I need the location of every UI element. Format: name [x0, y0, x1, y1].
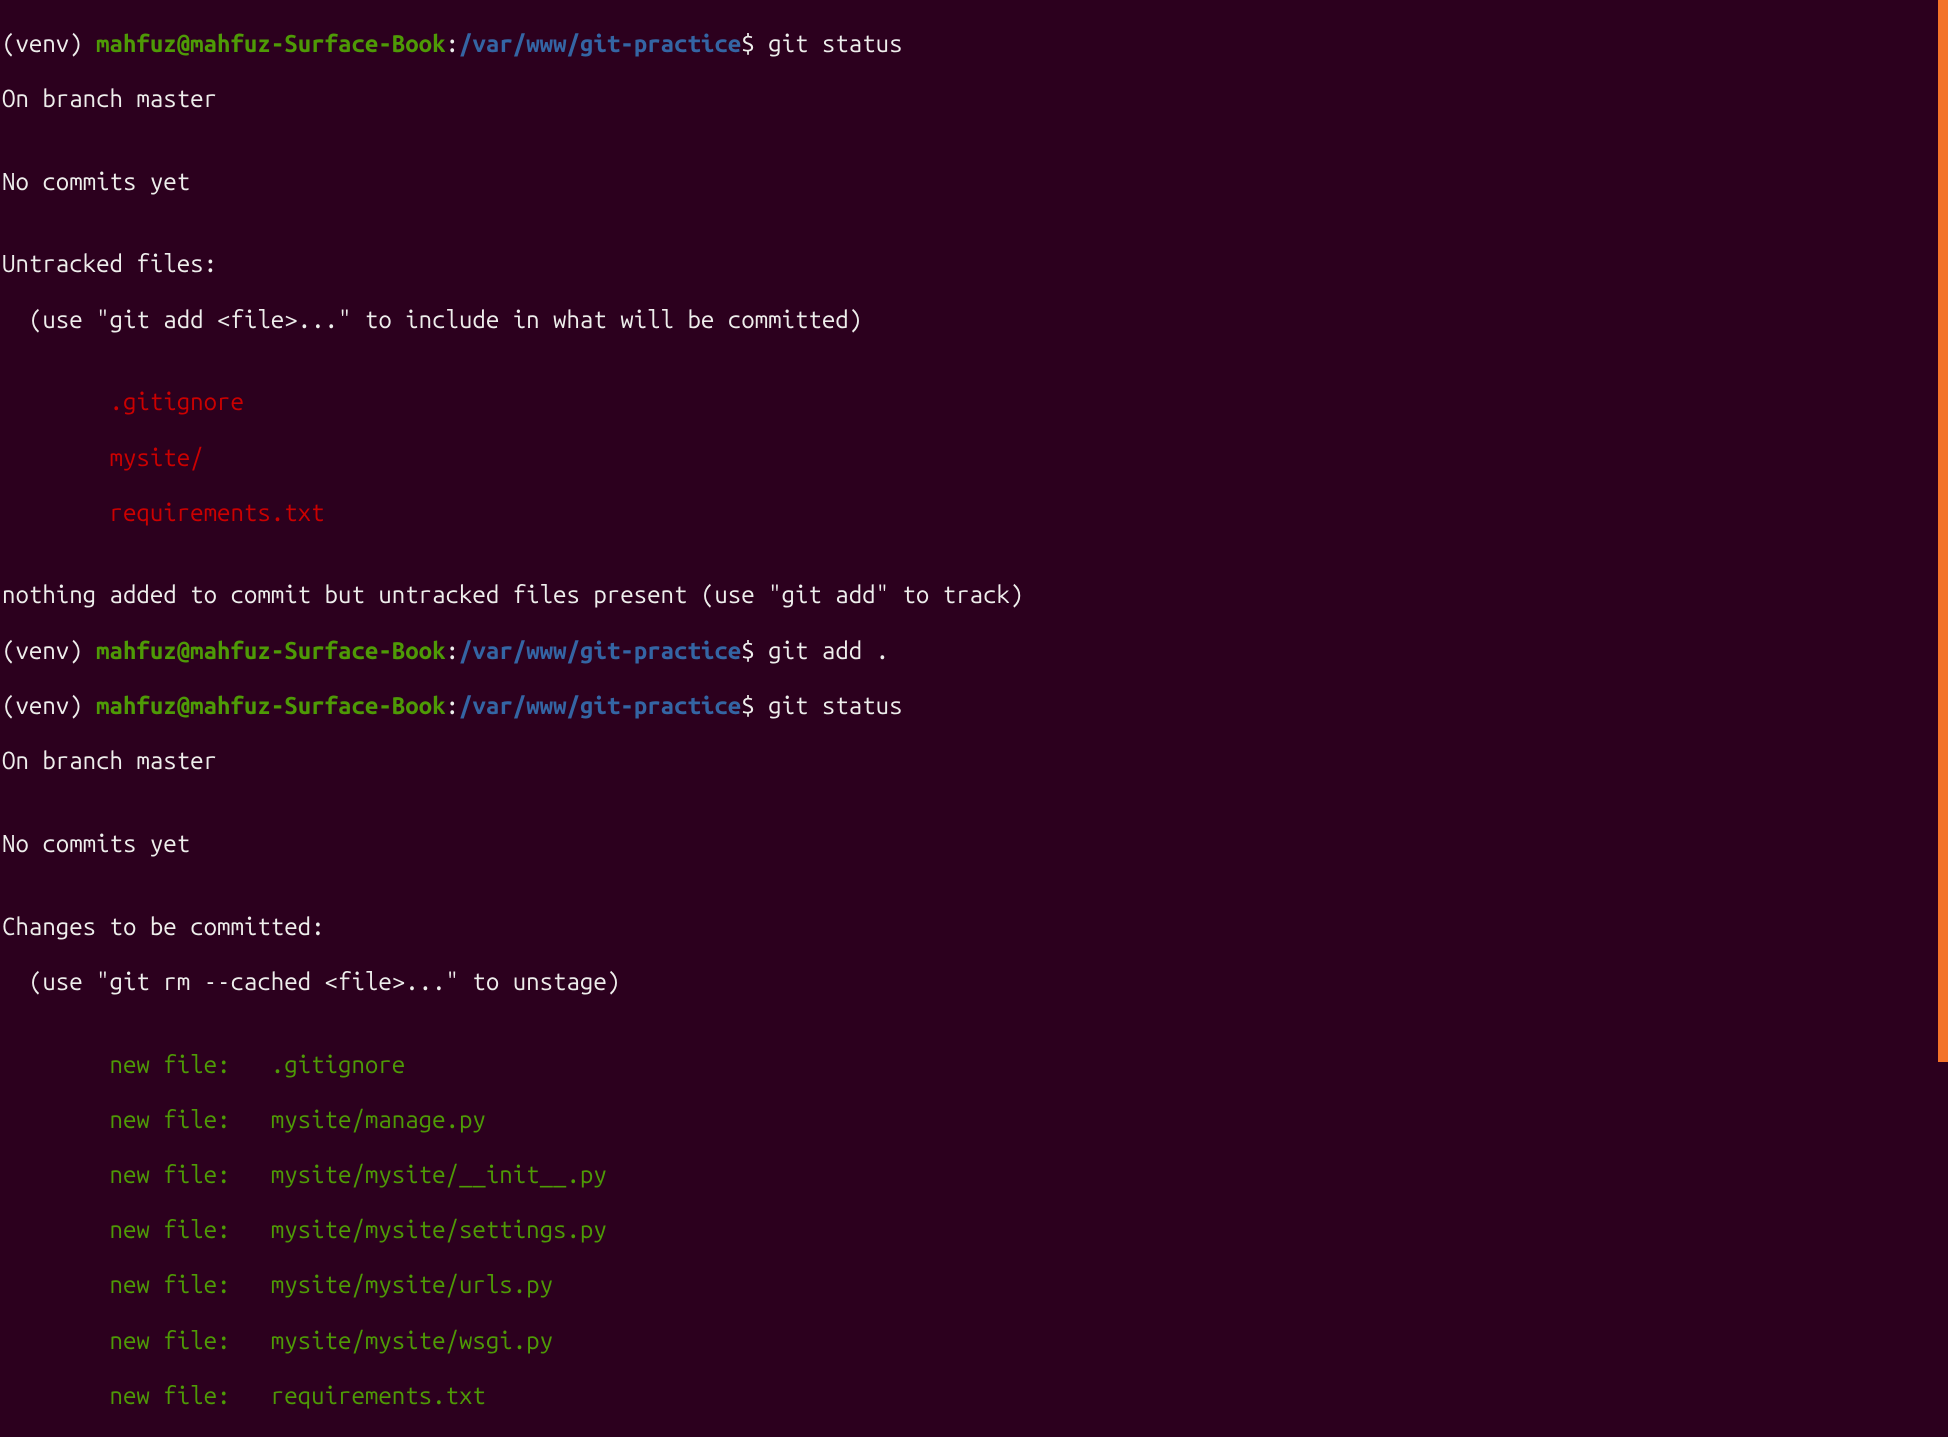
prompt-line-3: (venv) mahfuz@mahfuz-Surface-Book:/var/w…	[2, 692, 1948, 720]
user-host: mahfuz@mahfuz-Surface-Book	[96, 637, 445, 664]
new-file: new file: mysite/mysite/__init__.py	[2, 1161, 1948, 1189]
new-file: new file: requirements.txt	[2, 1382, 1948, 1410]
cwd-path: /var/www/git-practice	[459, 692, 741, 719]
new-file: new file: mysite/mysite/urls.py	[2, 1271, 1948, 1299]
untracked-file: mysite/	[2, 444, 1948, 472]
prompt-line-1: (venv) mahfuz@mahfuz-Surface-Book:/var/w…	[2, 30, 1948, 58]
prompt-line-2: (venv) mahfuz@mahfuz-Surface-Book:/var/w…	[2, 637, 1948, 665]
cwd-path: /var/www/git-practice	[459, 30, 741, 57]
command-text: git status	[768, 692, 902, 719]
prompt-colon: :	[446, 30, 459, 57]
output-no-commits: No commits yet	[2, 830, 1948, 858]
untracked-file: .gitignore	[2, 388, 1948, 416]
prompt-dollar: $	[741, 637, 768, 664]
terminal-output[interactable]: (venv) mahfuz@mahfuz-Surface-Book:/var/w…	[2, 2, 1948, 1437]
output-untracked-header: Untracked files:	[2, 250, 1948, 278]
output-nothing-added: nothing added to commit but untracked fi…	[2, 581, 1948, 609]
command-text: git status	[768, 30, 902, 57]
prompt-colon: :	[446, 637, 459, 664]
scrollbar-thumb[interactable]	[1938, 0, 1948, 1062]
output-untracked-hint: (use "git add <file>..." to include in w…	[2, 306, 1948, 334]
cwd-path: /var/www/git-practice	[459, 637, 741, 664]
output-branch: On branch master	[2, 85, 1948, 113]
prompt-dollar: $	[741, 692, 768, 719]
new-file: new file: mysite/mysite/settings.py	[2, 1216, 1948, 1244]
new-file: new file: mysite/manage.py	[2, 1106, 1948, 1134]
command-text: git add .	[768, 637, 889, 664]
new-file: new file: mysite/mysite/wsgi.py	[2, 1327, 1948, 1355]
user-host: mahfuz@mahfuz-Surface-Book	[96, 692, 445, 719]
new-file: new file: .gitignore	[2, 1051, 1948, 1079]
prompt-colon: :	[446, 692, 459, 719]
output-changes-hint: (use "git rm --cached <file>..." to unst…	[2, 968, 1948, 996]
venv-prefix: (venv)	[2, 30, 96, 57]
output-branch: On branch master	[2, 747, 1948, 775]
output-changes-header: Changes to be committed:	[2, 913, 1948, 941]
prompt-dollar: $	[741, 30, 768, 57]
venv-prefix: (venv)	[2, 692, 96, 719]
venv-prefix: (venv)	[2, 637, 96, 664]
untracked-file: requirements.txt	[2, 499, 1948, 527]
user-host: mahfuz@mahfuz-Surface-Book	[96, 30, 445, 57]
output-no-commits: No commits yet	[2, 168, 1948, 196]
